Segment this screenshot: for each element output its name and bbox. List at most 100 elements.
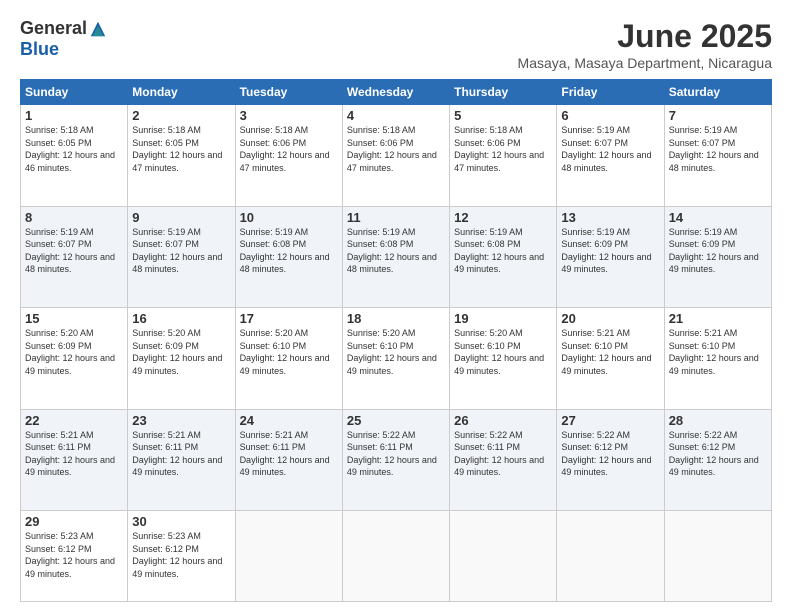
day-number: 3	[240, 108, 338, 123]
subtitle: Masaya, Masaya Department, Nicaragua	[518, 55, 772, 71]
day-info: Sunrise: 5:20 AMSunset: 6:09 PMDaylight:…	[25, 328, 115, 376]
day-number: 19	[454, 311, 552, 326]
table-row: 5 Sunrise: 5:18 AMSunset: 6:06 PMDayligh…	[450, 105, 557, 207]
day-number: 20	[561, 311, 659, 326]
day-info: Sunrise: 5:21 AMSunset: 6:11 PMDaylight:…	[132, 430, 222, 478]
table-row: 16 Sunrise: 5:20 AMSunset: 6:09 PMDaylig…	[128, 308, 235, 410]
col-friday: Friday	[557, 80, 664, 105]
table-row: 21 Sunrise: 5:21 AMSunset: 6:10 PMDaylig…	[664, 308, 771, 410]
table-row: 25 Sunrise: 5:22 AMSunset: 6:11 PMDaylig…	[342, 409, 449, 511]
table-row: 12 Sunrise: 5:19 AMSunset: 6:08 PMDaylig…	[450, 206, 557, 308]
table-row: 24 Sunrise: 5:21 AMSunset: 6:11 PMDaylig…	[235, 409, 342, 511]
table-row: 2 Sunrise: 5:18 AMSunset: 6:05 PMDayligh…	[128, 105, 235, 207]
day-info: Sunrise: 5:20 AMSunset: 6:10 PMDaylight:…	[347, 328, 437, 376]
table-row: 9 Sunrise: 5:19 AMSunset: 6:07 PMDayligh…	[128, 206, 235, 308]
logo-icon	[89, 20, 107, 38]
day-number: 16	[132, 311, 230, 326]
table-row: 10 Sunrise: 5:19 AMSunset: 6:08 PMDaylig…	[235, 206, 342, 308]
table-row: 20 Sunrise: 5:21 AMSunset: 6:10 PMDaylig…	[557, 308, 664, 410]
day-number: 23	[132, 413, 230, 428]
day-number: 15	[25, 311, 123, 326]
day-number: 4	[347, 108, 445, 123]
day-number: 25	[347, 413, 445, 428]
day-info: Sunrise: 5:20 AMSunset: 6:10 PMDaylight:…	[240, 328, 330, 376]
day-number: 29	[25, 514, 123, 529]
day-number: 22	[25, 413, 123, 428]
day-number: 5	[454, 108, 552, 123]
day-info: Sunrise: 5:22 AMSunset: 6:11 PMDaylight:…	[347, 430, 437, 478]
col-thursday: Thursday	[450, 80, 557, 105]
table-row: 4 Sunrise: 5:18 AMSunset: 6:06 PMDayligh…	[342, 105, 449, 207]
calendar: Sunday Monday Tuesday Wednesday Thursday…	[20, 79, 772, 602]
day-number: 1	[25, 108, 123, 123]
table-row: 17 Sunrise: 5:20 AMSunset: 6:10 PMDaylig…	[235, 308, 342, 410]
calendar-row: 15 Sunrise: 5:20 AMSunset: 6:09 PMDaylig…	[21, 308, 772, 410]
col-saturday: Saturday	[664, 80, 771, 105]
day-number: 28	[669, 413, 767, 428]
day-number: 8	[25, 210, 123, 225]
day-number: 11	[347, 210, 445, 225]
table-row: 28 Sunrise: 5:22 AMSunset: 6:12 PMDaylig…	[664, 409, 771, 511]
table-row	[664, 511, 771, 602]
calendar-row: 8 Sunrise: 5:19 AMSunset: 6:07 PMDayligh…	[21, 206, 772, 308]
day-number: 24	[240, 413, 338, 428]
day-info: Sunrise: 5:19 AMSunset: 6:08 PMDaylight:…	[240, 227, 330, 275]
day-number: 30	[132, 514, 230, 529]
table-row: 1 Sunrise: 5:18 AMSunset: 6:05 PMDayligh…	[21, 105, 128, 207]
day-info: Sunrise: 5:19 AMSunset: 6:07 PMDaylight:…	[561, 125, 651, 173]
day-number: 14	[669, 210, 767, 225]
col-tuesday: Tuesday	[235, 80, 342, 105]
title-section: June 2025 Masaya, Masaya Department, Nic…	[518, 18, 772, 71]
day-number: 13	[561, 210, 659, 225]
day-number: 6	[561, 108, 659, 123]
table-row: 23 Sunrise: 5:21 AMSunset: 6:11 PMDaylig…	[128, 409, 235, 511]
day-info: Sunrise: 5:22 AMSunset: 6:12 PMDaylight:…	[561, 430, 651, 478]
table-row: 8 Sunrise: 5:19 AMSunset: 6:07 PMDayligh…	[21, 206, 128, 308]
day-info: Sunrise: 5:18 AMSunset: 6:05 PMDaylight:…	[25, 125, 115, 173]
day-info: Sunrise: 5:23 AMSunset: 6:12 PMDaylight:…	[25, 531, 115, 579]
table-row: 29 Sunrise: 5:23 AMSunset: 6:12 PMDaylig…	[21, 511, 128, 602]
day-info: Sunrise: 5:19 AMSunset: 6:09 PMDaylight:…	[669, 227, 759, 275]
day-info: Sunrise: 5:19 AMSunset: 6:07 PMDaylight:…	[132, 227, 222, 275]
logo-general-text: General	[20, 18, 87, 39]
day-info: Sunrise: 5:18 AMSunset: 6:06 PMDaylight:…	[240, 125, 330, 173]
day-info: Sunrise: 5:21 AMSunset: 6:10 PMDaylight:…	[561, 328, 651, 376]
day-info: Sunrise: 5:18 AMSunset: 6:05 PMDaylight:…	[132, 125, 222, 173]
month-title: June 2025	[518, 18, 772, 55]
table-row: 18 Sunrise: 5:20 AMSunset: 6:10 PMDaylig…	[342, 308, 449, 410]
day-info: Sunrise: 5:21 AMSunset: 6:11 PMDaylight:…	[240, 430, 330, 478]
table-row: 11 Sunrise: 5:19 AMSunset: 6:08 PMDaylig…	[342, 206, 449, 308]
calendar-header-row: Sunday Monday Tuesday Wednesday Thursday…	[21, 80, 772, 105]
day-info: Sunrise: 5:19 AMSunset: 6:07 PMDaylight:…	[25, 227, 115, 275]
day-info: Sunrise: 5:19 AMSunset: 6:08 PMDaylight:…	[347, 227, 437, 275]
calendar-row: 1 Sunrise: 5:18 AMSunset: 6:05 PMDayligh…	[21, 105, 772, 207]
day-number: 12	[454, 210, 552, 225]
day-info: Sunrise: 5:19 AMSunset: 6:07 PMDaylight:…	[669, 125, 759, 173]
table-row: 3 Sunrise: 5:18 AMSunset: 6:06 PMDayligh…	[235, 105, 342, 207]
table-row	[450, 511, 557, 602]
day-number: 26	[454, 413, 552, 428]
col-wednesday: Wednesday	[342, 80, 449, 105]
day-number: 7	[669, 108, 767, 123]
day-info: Sunrise: 5:21 AMSunset: 6:10 PMDaylight:…	[669, 328, 759, 376]
table-row: 14 Sunrise: 5:19 AMSunset: 6:09 PMDaylig…	[664, 206, 771, 308]
header: General Blue June 2025 Masaya, Masaya De…	[20, 18, 772, 71]
table-row: 30 Sunrise: 5:23 AMSunset: 6:12 PMDaylig…	[128, 511, 235, 602]
day-info: Sunrise: 5:20 AMSunset: 6:09 PMDaylight:…	[132, 328, 222, 376]
day-number: 17	[240, 311, 338, 326]
logo: General Blue	[20, 18, 109, 60]
table-row: 19 Sunrise: 5:20 AMSunset: 6:10 PMDaylig…	[450, 308, 557, 410]
table-row: 22 Sunrise: 5:21 AMSunset: 6:11 PMDaylig…	[21, 409, 128, 511]
day-number: 21	[669, 311, 767, 326]
day-info: Sunrise: 5:19 AMSunset: 6:09 PMDaylight:…	[561, 227, 651, 275]
logo-blue-text: Blue	[20, 39, 59, 60]
calendar-row: 29 Sunrise: 5:23 AMSunset: 6:12 PMDaylig…	[21, 511, 772, 602]
col-sunday: Sunday	[21, 80, 128, 105]
day-info: Sunrise: 5:21 AMSunset: 6:11 PMDaylight:…	[25, 430, 115, 478]
table-row: 27 Sunrise: 5:22 AMSunset: 6:12 PMDaylig…	[557, 409, 664, 511]
day-info: Sunrise: 5:18 AMSunset: 6:06 PMDaylight:…	[347, 125, 437, 173]
day-info: Sunrise: 5:23 AMSunset: 6:12 PMDaylight:…	[132, 531, 222, 579]
day-info: Sunrise: 5:18 AMSunset: 6:06 PMDaylight:…	[454, 125, 544, 173]
table-row: 6 Sunrise: 5:19 AMSunset: 6:07 PMDayligh…	[557, 105, 664, 207]
day-info: Sunrise: 5:22 AMSunset: 6:11 PMDaylight:…	[454, 430, 544, 478]
